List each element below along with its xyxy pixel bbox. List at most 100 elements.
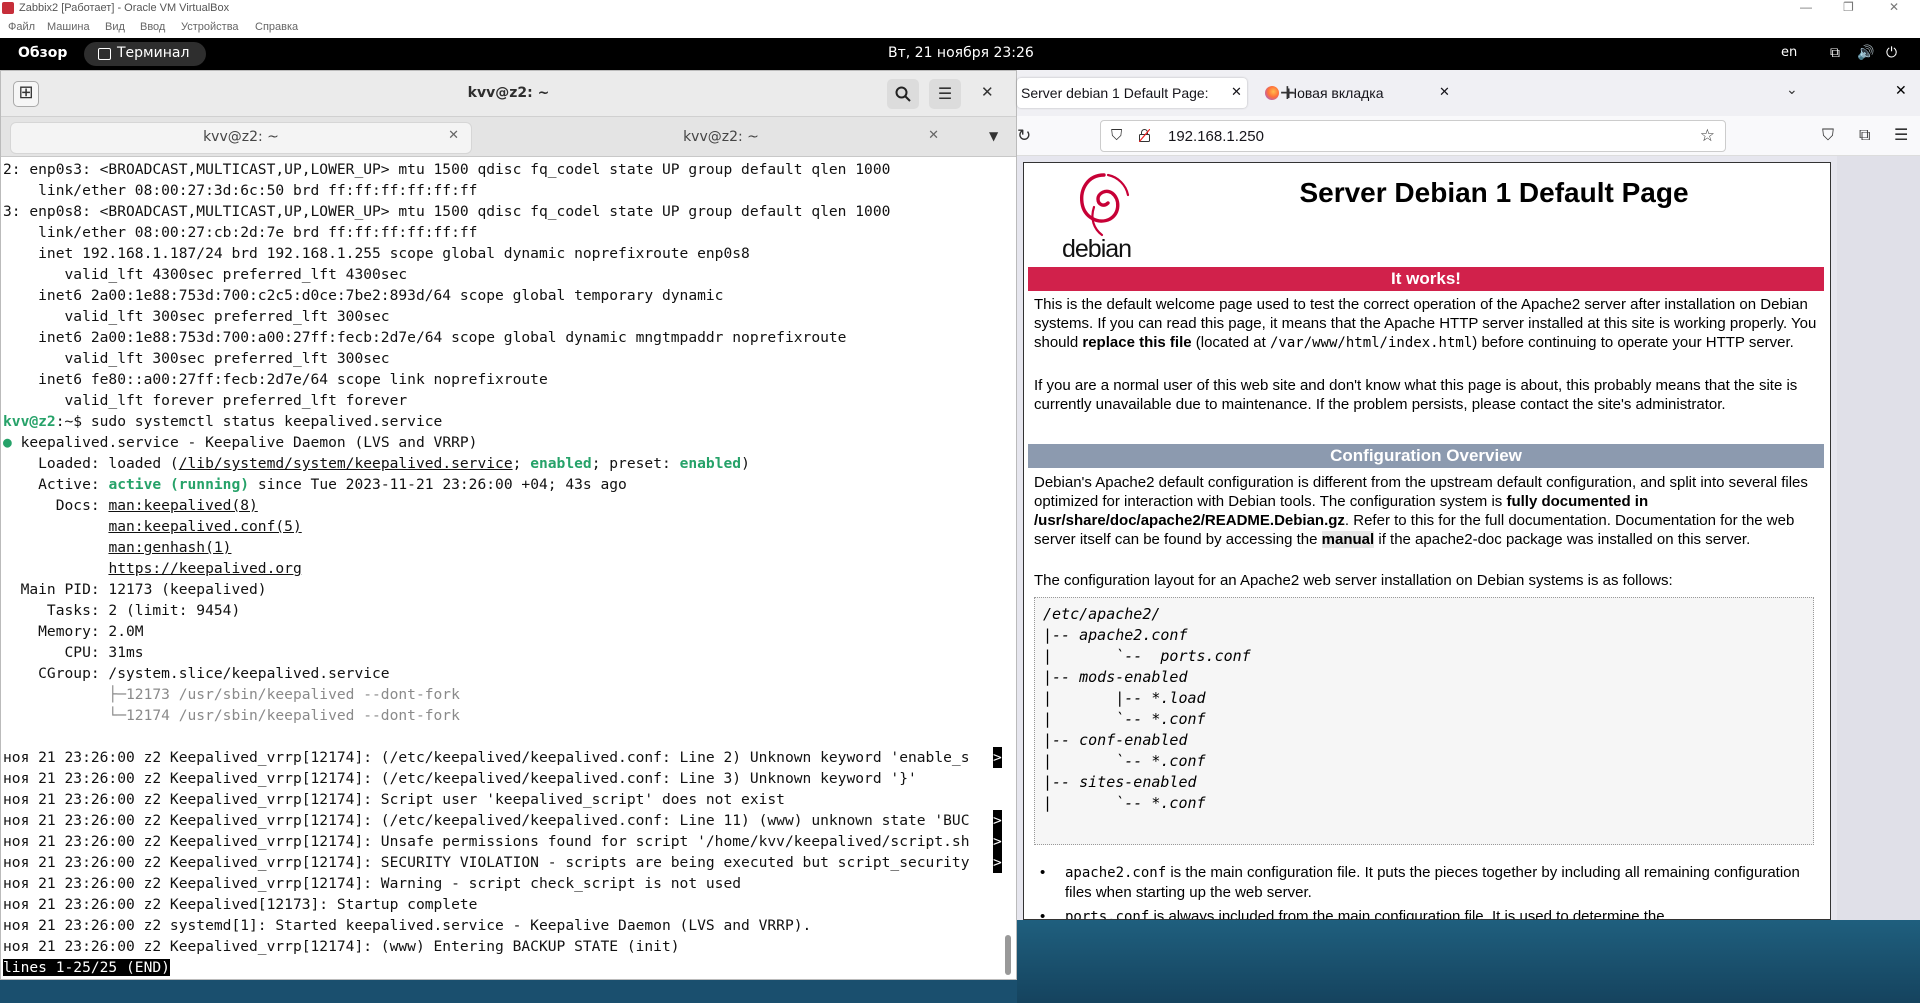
activities-button[interactable]: Обзор xyxy=(18,45,67,61)
browser-tab[interactable]: Server debian 1 Default Page: xyxy=(1017,78,1247,108)
li2-text: is always included from the main configu… xyxy=(1149,908,1665,920)
log-text: ноя 21 23:26:00 z2 systemd[1]: Started k… xyxy=(3,917,812,934)
output-line: inet6 fe80::a00:27ff:fecb:2d7e/64 scope … xyxy=(3,369,1003,390)
menu-view[interactable]: Вид xyxy=(105,21,125,33)
status-line: CGroup: /system.slice/keepalived.service xyxy=(3,663,1003,684)
output-line-text: valid_lft forever preferred_lft forever xyxy=(3,392,408,409)
gnome-top-bar: Обзор Терминал Вт, 21 ноября 23:26 en ⧉ … xyxy=(0,38,1920,70)
tab-close-icon[interactable]: ✕ xyxy=(1231,84,1242,100)
layout-paragraph: The configuration layout for an Apache2 … xyxy=(1034,572,1673,589)
lock-icon[interactable] xyxy=(1139,129,1150,142)
list-all-tabs-chevron-icon[interactable]: ⌄ xyxy=(1786,82,1798,98)
menu-devices[interactable]: Устройства xyxy=(181,21,239,33)
loaded-label: Loaded: loaded ( xyxy=(3,455,179,472)
search-icon xyxy=(895,86,911,102)
bookmark-star-icon[interactable]: ☆ xyxy=(1700,126,1715,146)
tab-close-icon[interactable]: ✕ xyxy=(1439,84,1450,100)
output-line: link/ether 08:00:27:3d:6c:50 brd ff:ff:f… xyxy=(3,180,1003,201)
journal-log-line: ноя 21 23:26:00 z2 Keepalived_vrrp[12174… xyxy=(3,831,1003,852)
log-text: ноя 21 23:26:00 z2 Keepalived_vrrp[12174… xyxy=(3,833,970,850)
log-text: ноя 21 23:26:00 z2 Keepalived_vrrp[12174… xyxy=(3,770,917,787)
status-line-text: CPU: 31ms xyxy=(3,644,144,661)
status-line: Memory: 2.0M xyxy=(3,621,1003,642)
output-line-text: inet6 fe80::a00:27ff:fecb:2d7e/64 scope … xyxy=(3,371,548,388)
menu-button[interactable]: ☰ xyxy=(929,79,961,109)
output-line-text: 2: enp0s3: <BROADCAST,MULTICAST,UP,LOWER… xyxy=(3,161,891,178)
p1-text-3: ) before continuing to operate your HTTP… xyxy=(1472,334,1794,351)
output-line-text: 3: enp0s8: <BROADCAST,MULTICAST,UP,LOWER… xyxy=(3,203,891,220)
terminal-output[interactable]: 2: enp0s3: <BROADCAST,MULTICAST,UP,LOWER… xyxy=(1,159,1003,979)
new-tab-plus-icon[interactable]: + xyxy=(1279,80,1296,104)
log-text: ноя 21 23:26:00 z2 Keepalived_vrrp[12174… xyxy=(3,938,680,955)
p1-bold: replace this file xyxy=(1082,334,1192,351)
active-label: Active: xyxy=(3,476,109,493)
output-line-text: valid_lft 4300sec preferred_lft 4300sec xyxy=(3,266,408,283)
url-bar[interactable]: ⛉ 192.168.1.250 ☆ xyxy=(1100,120,1726,152)
journal-log-line: ноя 21 23:26:00 z2 Keepalived[12173]: St… xyxy=(3,894,1003,915)
shield-icon[interactable]: ⛉ xyxy=(1111,127,1122,144)
reload-icon[interactable]: ↻ xyxy=(1017,126,1031,146)
manual-link[interactable]: manual xyxy=(1321,531,1375,548)
output-line-text: inet6 2a00:1e88:753d:700:a00:27ff:fecb:2… xyxy=(3,329,847,346)
journal-log-line: ноя 21 23:26:00 z2 Keepalived_vrrp[12174… xyxy=(3,789,1003,810)
journal-log-line: ноя 21 23:26:00 z2 Keepalived_vrrp[12174… xyxy=(3,852,1003,873)
status-line: CPU: 31ms xyxy=(3,642,1003,663)
log-text: ноя 21 23:26:00 z2 Keepalived[12173]: St… xyxy=(3,896,478,913)
url-text: 192.168.1.250 xyxy=(1168,128,1264,145)
volume-icon[interactable]: 🔊 xyxy=(1857,45,1874,61)
output-line: valid_lft forever preferred_lft forever xyxy=(3,390,1003,411)
prompt-user: kvv@z2 xyxy=(3,413,56,430)
terminal-tab[interactable]: kvv@z2: ~ ✕ xyxy=(491,123,951,153)
terminal-title: kvv@z2: ~ xyxy=(467,85,550,101)
close-icon[interactable]: ✕ xyxy=(1889,0,1899,14)
list-item: • ports.conf is always included from the … xyxy=(1034,907,1814,920)
page-title: Server Debian 1 Default Page xyxy=(1299,177,1689,208)
close-window-button[interactable]: ✕ xyxy=(981,83,994,101)
cgroup-process-line-text: ├─12173 /usr/sbin/keepalived --dont-fork xyxy=(3,686,460,703)
network-icon[interactable]: ⧉ xyxy=(1830,45,1840,61)
extensions-icon[interactable]: ⧉ xyxy=(1859,125,1870,145)
hamburger-menu-icon[interactable]: ☰ xyxy=(1894,125,1908,144)
menu-machine[interactable]: Машина xyxy=(47,21,90,33)
keyboard-layout-indicator[interactable]: en xyxy=(1781,45,1797,60)
tab-close-icon[interactable]: ✕ xyxy=(928,128,939,143)
status-line-text: Main PID: 12173 (keepalived) xyxy=(3,581,267,598)
minimize-icon[interactable]: — xyxy=(1800,0,1812,14)
close-window-icon[interactable]: ✕ xyxy=(1895,83,1907,99)
page-viewport[interactable]: debian Server Debian 1 Default Page It w… xyxy=(1017,156,1920,920)
output-line: valid_lft 300sec preferred_lft 300sec xyxy=(3,348,1003,369)
pocket-icon[interactable]: ⛉ xyxy=(1822,125,1834,145)
journal-log-line: ноя 21 23:26:00 z2 Keepalived_vrrp[12174… xyxy=(3,768,1003,789)
doc-link[interactable]: man:keepalived(8) xyxy=(108,497,257,514)
app-menu-button[interactable]: Терминал xyxy=(84,42,206,66)
terminal-tab[interactable]: kvv@z2: ~ ✕ xyxy=(11,123,471,153)
tab-close-icon[interactable]: ✕ xyxy=(448,128,459,143)
log-text: ноя 21 23:26:00 z2 Keepalived_vrrp[12174… xyxy=(3,875,742,892)
log-text: ноя 21 23:26:00 z2 Keepalived_vrrp[12174… xyxy=(3,791,785,808)
cgroup-process-line-text: └─12174 /usr/sbin/keepalived --dont-fork xyxy=(3,707,460,724)
p1-code: /var/www/html/index.html xyxy=(1269,335,1473,351)
debian-swirl-icon xyxy=(1080,173,1130,237)
restore-icon[interactable]: ❐ xyxy=(1843,0,1854,14)
clock[interactable]: Вт, 21 ноября 23:26 xyxy=(888,45,1034,61)
status-line-text: CGroup: /system.slice/keepalived.service xyxy=(3,665,390,682)
loaded-sep: ; xyxy=(512,455,531,472)
virtualbox-logo-icon xyxy=(2,2,14,14)
search-button[interactable] xyxy=(887,79,919,109)
docs-line: man:genhash(1) xyxy=(3,537,1003,558)
tab-list-chevron-icon[interactable]: ▼ xyxy=(989,129,998,143)
scrollbar-thumb[interactable] xyxy=(1005,935,1011,975)
docs-line: Docs: man:keepalived(8) xyxy=(3,495,1003,516)
debian-logo: debian xyxy=(1054,163,1144,263)
docs-label: Docs: xyxy=(3,497,109,514)
power-icon[interactable]: ⏻ xyxy=(1886,45,1897,61)
doc-link[interactable]: man:keepalived.conf(5) xyxy=(108,518,301,535)
config-tree: /etc/apache2/ |-- apache2.conf | `-- por… xyxy=(1034,597,1814,845)
menu-file[interactable]: Файл xyxy=(8,21,35,33)
page-margin xyxy=(1837,156,1920,920)
doc-link[interactable]: man:genhash(1) xyxy=(108,539,231,556)
bullet: • xyxy=(1040,864,1046,881)
doc-link[interactable]: https://keepalived.org xyxy=(108,560,301,577)
menu-input[interactable]: Ввод xyxy=(140,21,165,33)
menu-help[interactable]: Справка xyxy=(255,21,298,33)
